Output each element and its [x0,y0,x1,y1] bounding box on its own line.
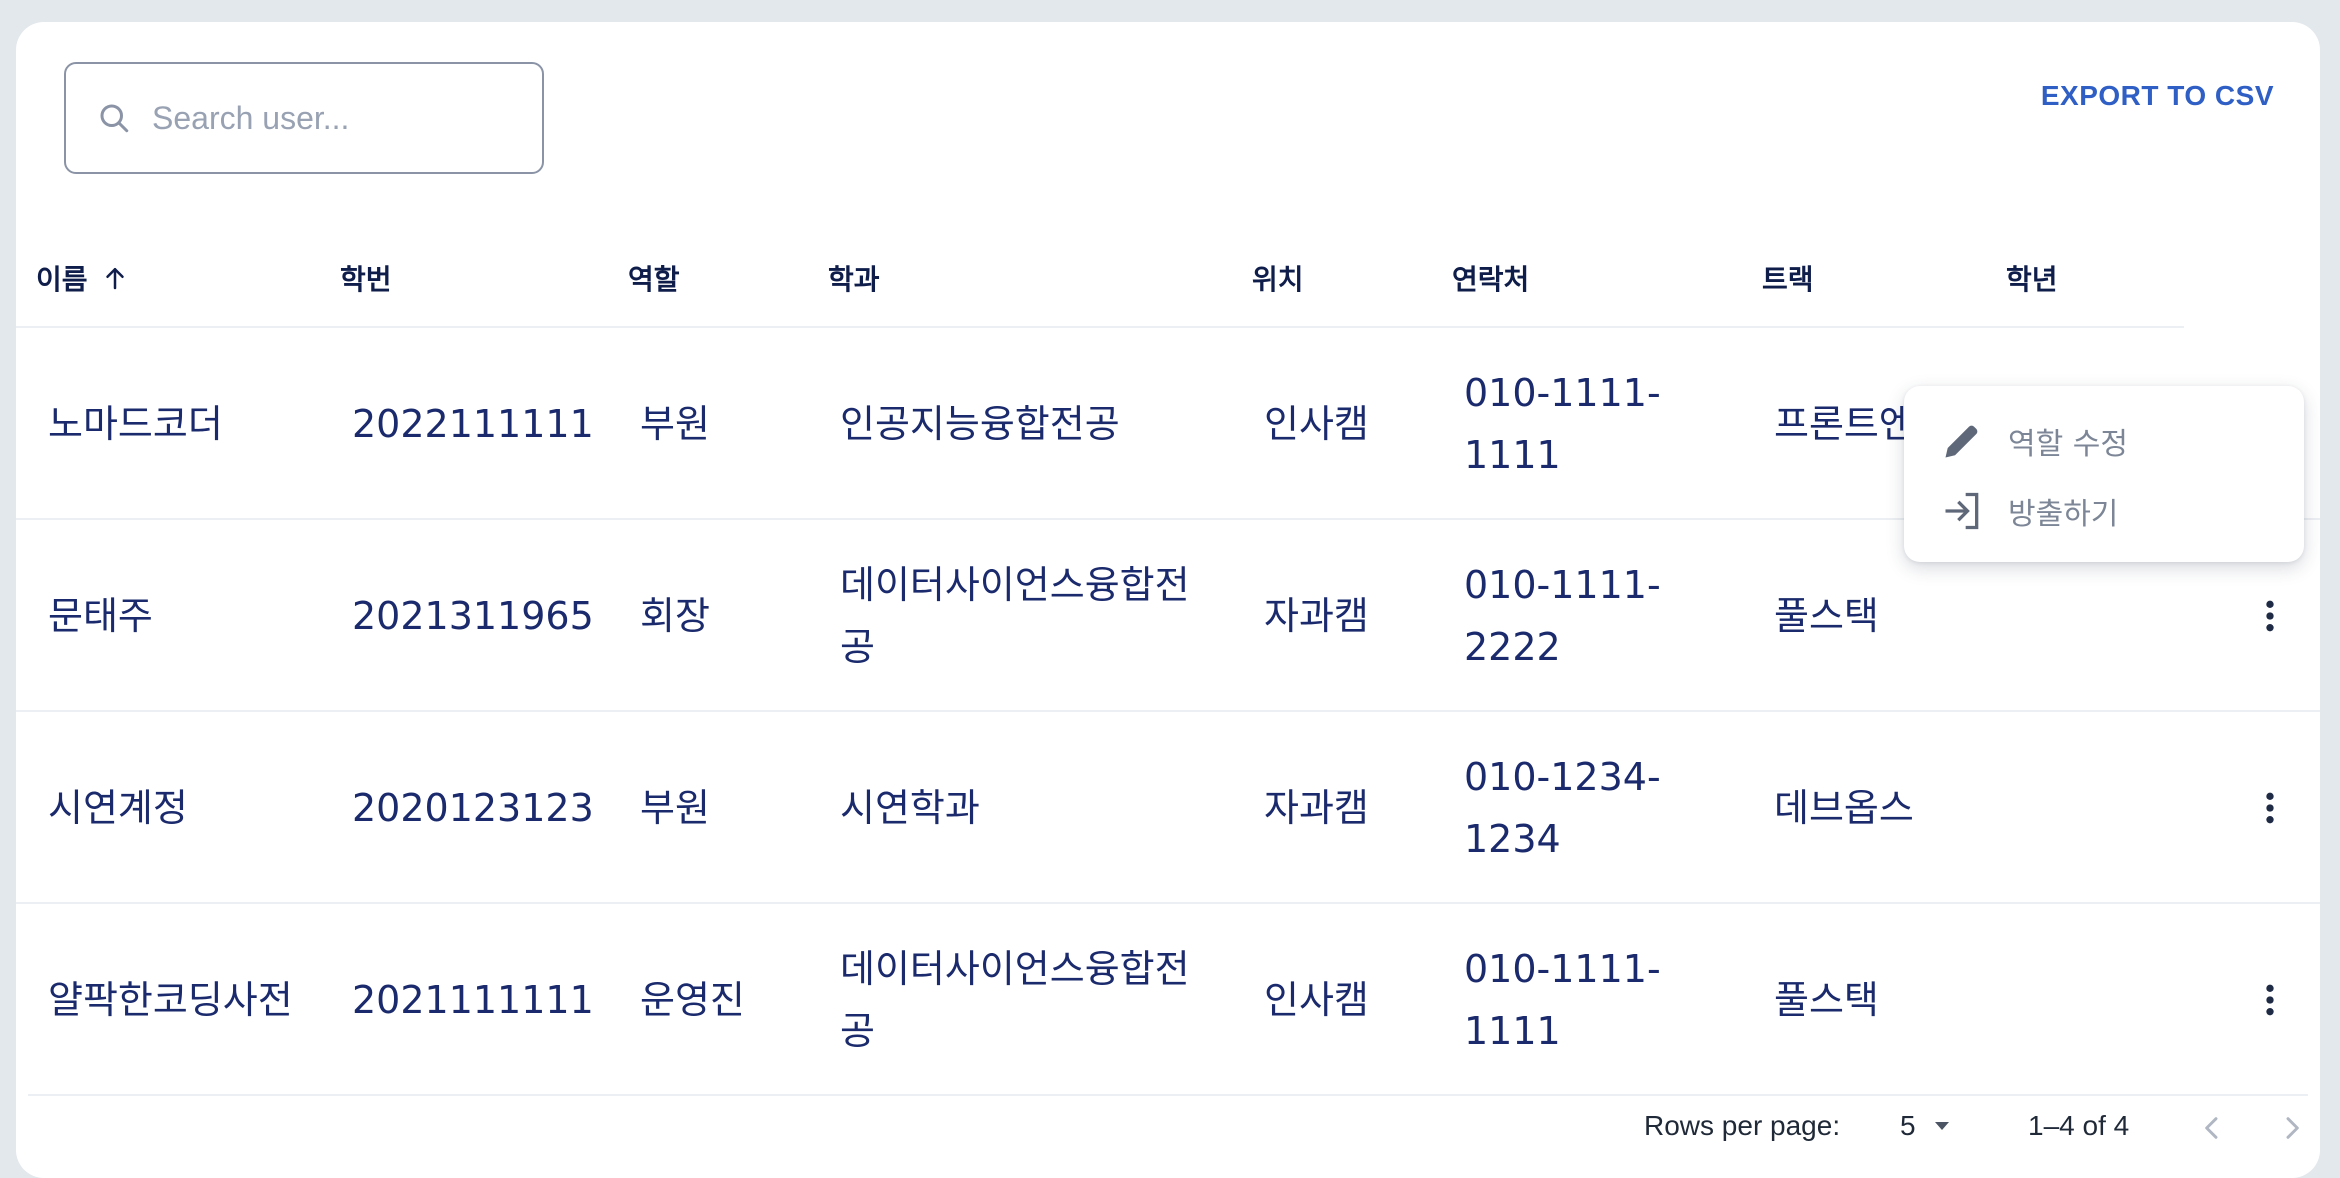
column-header-label: 이름 [36,263,88,296]
row-more-button[interactable] [2250,596,2290,636]
cell-student-id: 2021311965 [352,594,594,638]
more-vertical-icon [2266,792,2274,824]
cell-location: 자과캠 [1264,594,1369,638]
cell-name: 문태주 [48,594,153,638]
cell-location: 자과캠 [1264,786,1369,830]
cell-student-id: 2021111111 [352,978,594,1022]
rows-per-page-value: 5 [1900,1110,1916,1141]
row-more-button[interactable] [2250,980,2290,1020]
table-row: 시연계정 2020123123 부원 시연학과 자과캠 010-1234-123… [16,712,2320,904]
cell-name: 얄팍한코딩사전 [48,978,293,1022]
cell-location: 인사캠 [1264,978,1369,1022]
cell-department: 인공지능융합전공 [840,402,1120,446]
cell-location: 인사캠 [1264,402,1369,446]
search-field[interactable] [64,62,544,174]
column-header-year[interactable]: 학년 [2006,258,2058,298]
more-vertical-icon [2266,984,2274,1016]
column-header-label: 학과 [828,263,880,296]
menu-item-edit-role[interactable]: 역할 수정 [1904,406,2304,476]
previous-page-button[interactable] [2192,1108,2232,1148]
chevron-right-icon [2286,1117,2299,1139]
table-header: 이름 학번 역할 학과 위치 연락처 트랙 학년 [16,232,2184,328]
sort-ascending-icon [105,268,124,290]
cell-role: 회장 [640,594,710,638]
cell-department: 시연학과 [840,786,980,830]
rows-per-page-select[interactable]: 5 [1900,1110,1954,1142]
pagination-range: 1–4 of 4 [2028,1110,2130,1141]
table-row: 얄팍한코딩사전 2021111111 운영진 데이터사이언스융합전공 인사캠 0… [28,904,2308,1096]
cell-name: 시연계정 [48,786,188,830]
logout-icon [1945,492,1979,530]
cell-name: 노마드코더 [48,402,223,446]
cell-role: 운영진 [640,978,745,1022]
cell-department: 데이터사이언스융합전공 [840,563,1190,669]
column-header-label: 학번 [340,263,392,296]
search-icon [100,104,129,133]
cell-phone: 010-1111-1111 [1464,371,1661,477]
rows-per-page-label: Rows per page: [1644,1110,1841,1141]
cell-track: 풀스택 [1774,978,1879,1022]
cell-phone: 010-1111-1111 [1464,947,1661,1053]
pagination-footer: Rows per page: 5 1–4 of 4 [16,1094,2320,1178]
cell-role: 부원 [640,402,710,446]
more-vertical-icon [2266,600,2274,632]
cell-phone: 010-1234-1234 [1464,755,1661,861]
export-csv-button[interactable]: EXPORT TO CSV [2041,80,2274,112]
next-page-button[interactable] [2272,1108,2312,1148]
pencil-icon [1945,425,1978,458]
column-header-label: 학년 [2006,263,2058,296]
column-header-label: 트랙 [1762,263,1814,296]
column-header-name[interactable]: 이름 [36,258,130,298]
cell-student-id: 2020123123 [352,786,594,830]
row-more-button[interactable] [2250,788,2290,828]
menu-item-label: 방출하기 [2008,497,2119,532]
search-input[interactable] [152,99,512,137]
row-actions-menu: 역할 수정 방출하기 [1904,386,2304,562]
caret-down-icon [1934,1122,1949,1130]
column-header-location[interactable]: 위치 [1252,258,1304,298]
cell-role: 부원 [640,786,710,830]
users-table-card: EXPORT TO CSV 이름 학번 역할 학과 위치 연락처 트랙 학년 노… [16,22,2320,1178]
column-header-phone[interactable]: 연락처 [1452,258,1529,298]
column-header-label: 역할 [628,263,680,296]
column-header-role[interactable]: 역할 [628,258,680,298]
column-header-label: 연락처 [1452,263,1530,296]
column-header-track[interactable]: 트랙 [1762,258,1814,298]
cell-department: 데이터사이언스융합전공 [840,947,1190,1053]
menu-item-label: 역할 수정 [2008,427,2128,462]
column-header-student-id[interactable]: 학번 [340,258,392,298]
column-header-label: 위치 [1252,263,1304,296]
cell-student-id: 2022111111 [352,402,594,446]
cell-phone: 010-1111-2222 [1464,563,1661,669]
menu-item-kick[interactable]: 방출하기 [1904,476,2304,546]
chevron-left-icon [2205,1117,2218,1139]
cell-track: 데브옵스 [1774,786,1914,830]
column-header-department[interactable]: 학과 [828,258,880,298]
